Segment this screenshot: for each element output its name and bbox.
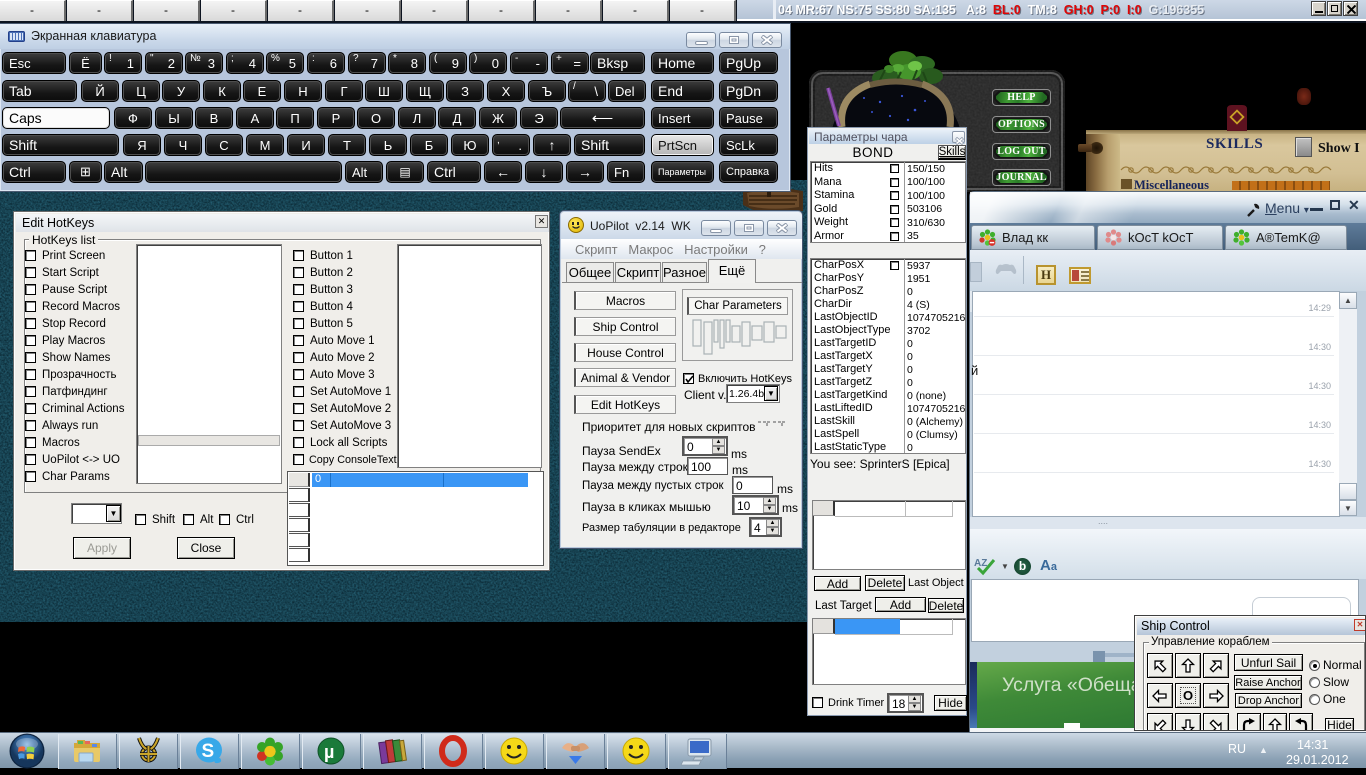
svg-text:AZ: AZ xyxy=(974,558,987,569)
svg-text:µ: µ xyxy=(324,742,334,762)
svg-text:S: S xyxy=(202,741,215,762)
